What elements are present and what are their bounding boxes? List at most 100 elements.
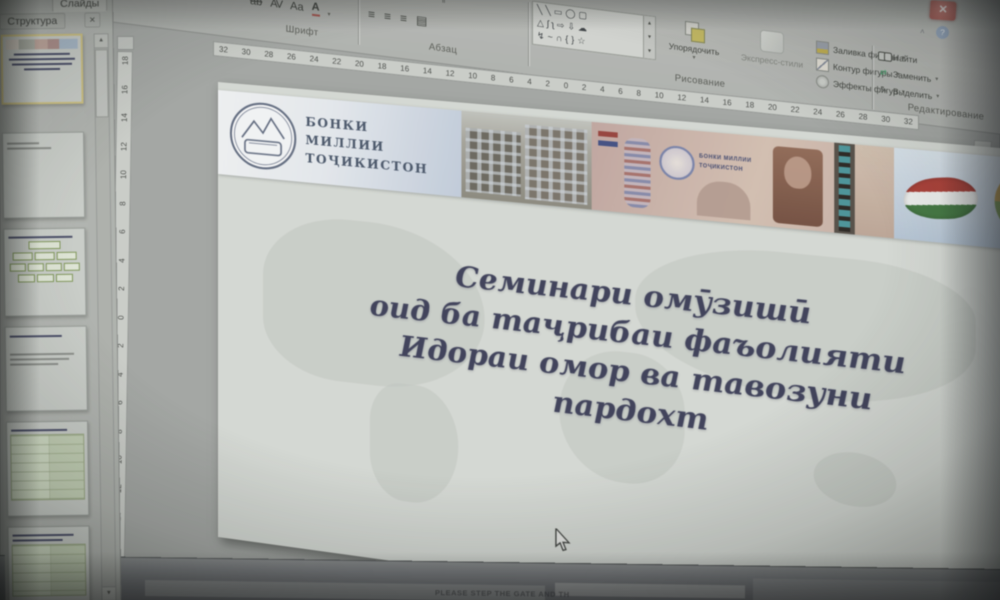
shape-tool[interactable]: ~ bbox=[548, 32, 556, 43]
ruler-number: 20 bbox=[355, 59, 364, 69]
ruler-number: 6 bbox=[618, 87, 622, 96]
ruler-number: 18 bbox=[745, 100, 754, 110]
change-case-icon[interactable]: Aa bbox=[290, 0, 303, 15]
shape-effects-icon bbox=[816, 74, 829, 89]
ruler-number: 8 bbox=[491, 73, 495, 82]
faint-bottom-text: PLEASE STEP THE GATE AND TH bbox=[435, 588, 570, 599]
ruler-number: 16 bbox=[400, 64, 409, 74]
panel-scrollbar[interactable]: ▲ ▼ bbox=[94, 33, 117, 600]
ruler-number: 4 bbox=[117, 258, 126, 263]
ruler-origin-box bbox=[117, 36, 134, 50]
slides-panel: Слайды Структура ✕ ▲ ▼ bbox=[0, 0, 122, 600]
ruler-number: 14 bbox=[119, 113, 128, 122]
binoculars-icon bbox=[878, 49, 889, 61]
tab-slides[interactable]: Слайды bbox=[52, 0, 107, 12]
ruler-number: 28 bbox=[264, 49, 273, 59]
scroll-down-icon[interactable]: ▼ bbox=[102, 586, 115, 600]
ruler-number: 24 bbox=[310, 54, 319, 64]
ruler-number: 12 bbox=[119, 142, 128, 151]
chevron-down-icon: ▾ bbox=[692, 54, 695, 61]
ruler-number: 8 bbox=[118, 201, 127, 206]
arrange-icon bbox=[683, 20, 705, 43]
panel-close-icon[interactable]: ✕ bbox=[84, 12, 100, 27]
banknote-bank-text: БОНКИ МИЛЛИИ ТОҶИКИСТОН bbox=[699, 152, 752, 175]
shape-tool[interactable]: ☆ bbox=[577, 35, 588, 46]
shape-fill-icon bbox=[816, 40, 829, 55]
ruler-number: 10 bbox=[655, 90, 664, 100]
scroll-up-icon[interactable]: ▲ bbox=[95, 34, 108, 48]
ruler-number: 22 bbox=[332, 57, 341, 67]
shape-tool[interactable]: △ bbox=[537, 17, 547, 28]
align-right-icon[interactable]: ≡ bbox=[400, 11, 407, 26]
slide-thumbnail[interactable] bbox=[1, 34, 84, 105]
group-separator bbox=[528, 2, 530, 66]
scrollbar-thumb[interactable] bbox=[95, 49, 109, 117]
ruler-number: 2 bbox=[582, 83, 586, 92]
gallery-scroll[interactable]: ▴▾▾ bbox=[643, 16, 655, 60]
ruler-number: 4 bbox=[527, 77, 531, 86]
slide-thumbnail[interactable] bbox=[2, 132, 85, 219]
banknote-seal bbox=[659, 144, 694, 181]
powerpoint-app: ab AV Aa A ▾ Шрифт ⇅ ¶ ≡ ≡ ≡ ▤ bbox=[0, 0, 1000, 600]
ruler-number: 10 bbox=[118, 170, 127, 179]
ruler-number: 24 bbox=[813, 107, 822, 117]
tab-outline[interactable]: Структура bbox=[0, 13, 65, 30]
ruler-number: 4 bbox=[600, 85, 604, 94]
shape-tool[interactable]: ╲ bbox=[545, 5, 553, 16]
shape-tool[interactable]: ⇨ bbox=[557, 20, 568, 31]
shape-tool[interactable]: ↯ bbox=[537, 30, 548, 41]
text-direction-icon[interactable]: ¶ bbox=[440, 0, 445, 5]
thumb-table bbox=[12, 544, 87, 597]
status-segment bbox=[555, 583, 745, 599]
strikethrough-icon[interactable]: ab bbox=[250, 0, 262, 9]
ribbon-collapse-icon[interactable]: ˄ bbox=[920, 27, 925, 36]
ruler-number: 20 bbox=[768, 102, 777, 112]
building-photo bbox=[461, 111, 591, 210]
character-spacing-icon[interactable]: AV bbox=[270, 0, 282, 12]
shape-tool[interactable]: ☁ bbox=[578, 22, 590, 34]
shape-tool[interactable]: ▭ bbox=[554, 6, 566, 17]
quick-styles-icon bbox=[760, 29, 784, 54]
group-separator bbox=[872, 46, 874, 110]
shape-tool[interactable]: ▢ bbox=[578, 9, 590, 20]
slide-thumbnail[interactable] bbox=[3, 228, 86, 317]
gallery-scroll-icon[interactable]: ▾ bbox=[644, 30, 655, 45]
banknote-portrait bbox=[773, 146, 823, 227]
ruler-number: 0 bbox=[564, 81, 568, 90]
shape-tool[interactable]: ⇩ bbox=[567, 21, 578, 32]
chevron-down-icon: ▾ bbox=[935, 76, 938, 83]
slide-thumbnail[interactable] bbox=[7, 526, 90, 600]
ruler-number: 30 bbox=[242, 47, 251, 57]
justify-icon[interactable]: ▤ bbox=[416, 13, 427, 28]
bank-logo-section: БОНКИ МИЛЛИИ ТОҶИКИСТОН bbox=[218, 90, 461, 197]
align-left-icon[interactable]: ≡ bbox=[368, 7, 375, 22]
font-color-icon[interactable]: A bbox=[312, 0, 320, 17]
font-group-label: Шрифт bbox=[248, 19, 356, 44]
ruler-number: 12 bbox=[446, 68, 455, 78]
ruler-number: 16 bbox=[120, 85, 129, 94]
ribbon-group-font: ab AV Aa A ▾ Шрифт bbox=[248, 0, 356, 52]
quick-styles-button[interactable]: Экспресс-стили bbox=[732, 26, 812, 71]
select-cursor-icon: ⇖ bbox=[878, 83, 889, 95]
banknote-image: БОНКИ МИЛЛИИ ТОҶИКИСТОН bbox=[592, 122, 894, 238]
shape-tool[interactable]: ◯ bbox=[565, 8, 578, 20]
flag-emblem-section bbox=[894, 148, 1000, 257]
gallery-scroll-icon[interactable]: ▴ bbox=[644, 16, 655, 31]
group-separator bbox=[358, 0, 360, 45]
tajikistan-emblem bbox=[995, 167, 1000, 242]
ruler-number: 14 bbox=[423, 66, 432, 76]
shapes-gallery[interactable]: ╲╲▭◯▢△ʃʅ⇨⇩☁↯~∩{}☆▴▾▾ bbox=[532, 1, 656, 61]
ruler-number: 32 bbox=[904, 117, 913, 127]
slide-thumbnail[interactable] bbox=[5, 326, 88, 412]
shape-tool[interactable]: ∩ bbox=[556, 33, 565, 44]
chevron-down-icon[interactable]: ▾ bbox=[328, 11, 331, 18]
window-close-button[interactable]: ✕ bbox=[929, 0, 956, 21]
slide-thumbnail[interactable] bbox=[6, 421, 89, 517]
slide-canvas[interactable]: БОНКИ МИЛЛИИ ТОҶИКИСТОН БОНКИ МИЛЛИИ bbox=[218, 82, 1000, 600]
gallery-scroll-icon[interactable]: ▾ bbox=[644, 44, 655, 59]
ruler-number: 26 bbox=[287, 52, 296, 62]
line-spacing-icon[interactable]: ⇅ bbox=[422, 0, 430, 3]
align-center-icon[interactable]: ≡ bbox=[384, 9, 391, 24]
arrange-button[interactable]: Упорядочить ▾ bbox=[660, 17, 728, 66]
ruler-number: 12 bbox=[677, 93, 686, 103]
